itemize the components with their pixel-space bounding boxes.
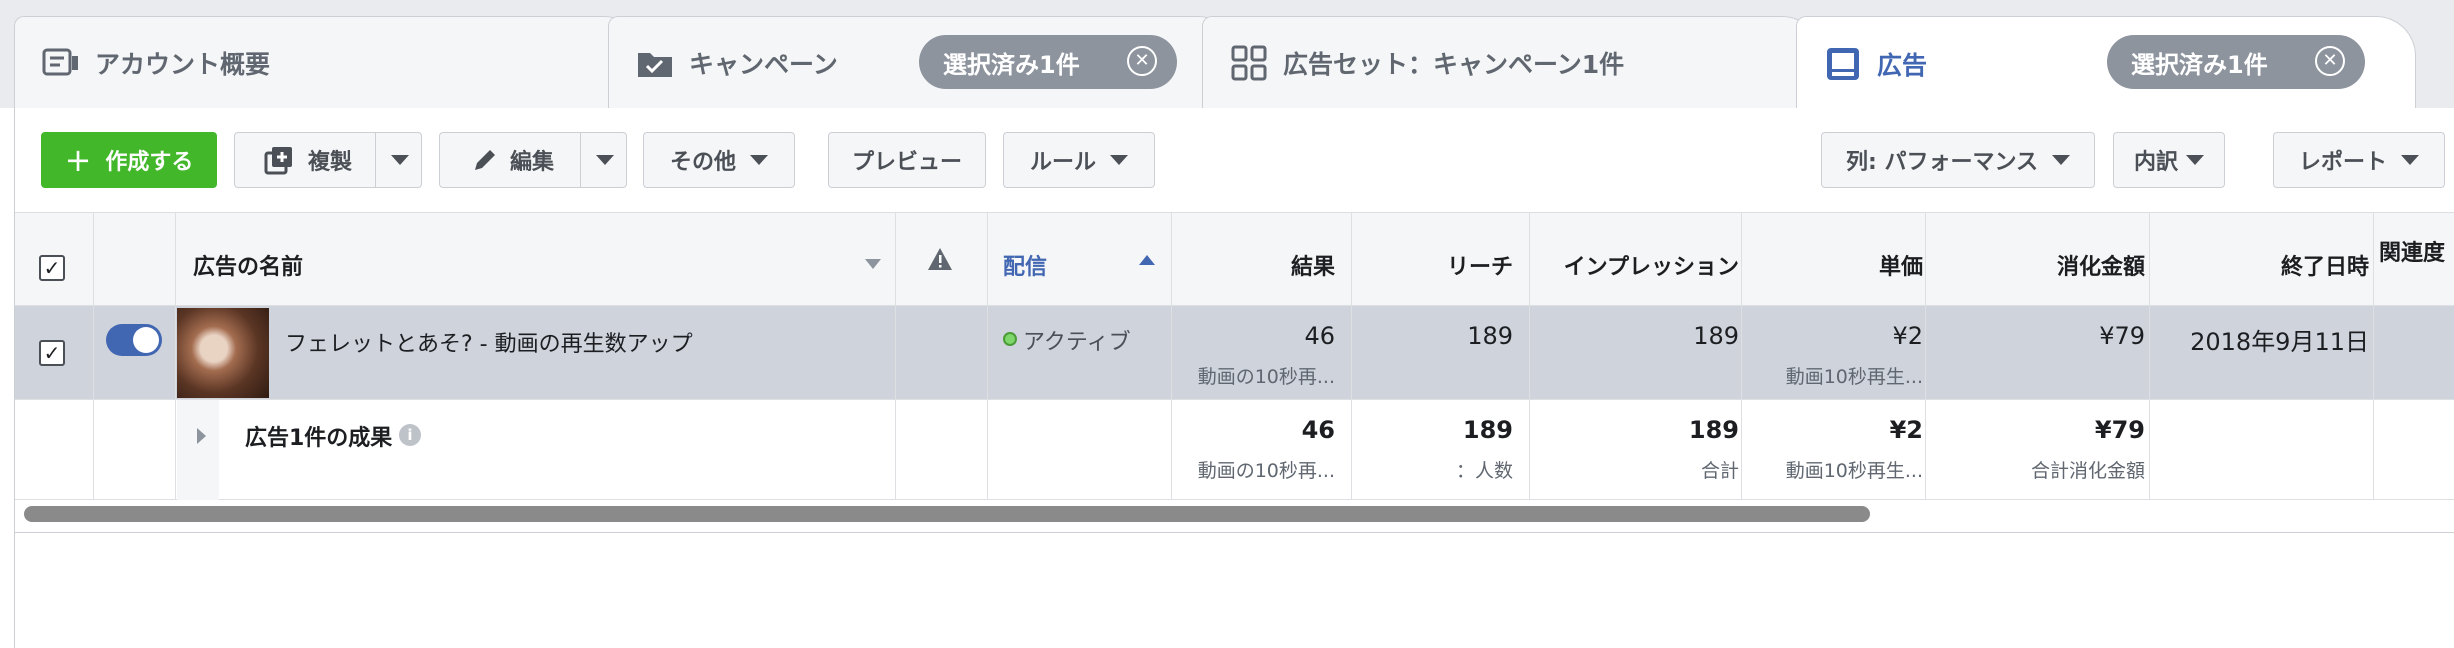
rules-label: ルール [1029, 150, 1096, 175]
summary-reach: 189 [1462, 416, 1513, 444]
summary-row: 広告1件の成果 i 46 動画の10秒再... 189 ：人数 189 合計 ¥… [15, 400, 2454, 500]
pill-label: 選択済み1件 [2131, 50, 2268, 79]
column-header-spend[interactable]: 消化金額 [1935, 249, 2145, 281]
spend-value: ¥79 [2099, 322, 2145, 350]
summary-results: 46 [1301, 416, 1335, 444]
info-icon[interactable]: i [399, 424, 421, 446]
select-all-checkbox[interactable]: ✓ [39, 255, 65, 281]
clear-selection-icon[interactable]: ✕ [2315, 46, 2345, 76]
folder-check-icon [635, 43, 675, 83]
column-header-delivery[interactable]: 配信 [1003, 249, 1047, 281]
column-header-name[interactable]: 広告の名前 [193, 249, 303, 281]
report-label: レポート [2298, 150, 2387, 175]
reach-value: 189 [1467, 322, 1513, 350]
tab-label: 広告 [1877, 50, 1928, 80]
tab-label: アカウント概要 [95, 49, 271, 79]
selected-filter-pill[interactable]: 選択済み1件 ✕ [2107, 35, 2365, 89]
tab-ads[interactable]: 広告 選択済み1件 ✕ [1796, 16, 2416, 108]
columns-button[interactable]: 列: パフォーマンス [1821, 132, 2095, 188]
tab-bar: アカウント概要 キャンペーン 選択済み1件 ✕ 広告セット：キャンペーン1件 広… [0, 0, 2454, 108]
duplicate-button[interactable]: 複製 [234, 132, 422, 188]
chevron-down-icon [1110, 155, 1128, 165]
chevron-down-icon [2186, 155, 2204, 165]
chevron-down-icon[interactable] [596, 155, 614, 165]
more-label: その他 [669, 150, 736, 175]
column-header-cost[interactable]: 単価 [1755, 249, 1923, 281]
tab-ad-sets[interactable]: 広告セット：キャンペーン1件 [1202, 16, 1822, 108]
chevron-down-icon [750, 155, 768, 165]
table-row[interactable]: ✓ フェレットとあそ? - 動画の再生数アップ アクティブ 46 動画の10秒再… [15, 306, 2454, 400]
preview-button[interactable]: プレビュー [828, 132, 986, 188]
pill-label: 選択済み1件 [943, 50, 1080, 79]
more-button[interactable]: その他 [643, 132, 795, 188]
breakdown-label: 内訳 [2133, 150, 2178, 175]
active-status-dot [1003, 332, 1017, 346]
summary-impressions: 189 [1688, 416, 1739, 444]
column-header-reach[interactable]: リーチ [1365, 249, 1513, 281]
toolbar: + 作成する 複製 編集 その他 プレビュー ルール 列: パフォーマンス 内訳… [14, 108, 2454, 212]
columns-label: 列: パフォーマンス [1845, 150, 2039, 175]
ad-name[interactable]: フェレットとあそ? - 動画の再生数アップ [285, 326, 693, 358]
rules-button[interactable]: ルール [1003, 132, 1155, 188]
summary-spend: ¥79 [2094, 416, 2145, 444]
ad-icon [1823, 44, 1863, 84]
summary-impressions-subtext: 合計 [1700, 460, 1739, 482]
ad-thumbnail[interactable] [177, 308, 269, 398]
ad-status-toggle[interactable] [106, 324, 162, 356]
selected-filter-pill[interactable]: 選択済み1件 ✕ [919, 35, 1177, 89]
plus-icon: + [64, 141, 92, 179]
summary-reach-subtext: ：人数 [1455, 460, 1513, 482]
account-overview-icon [41, 43, 81, 83]
horizontal-scrollbar[interactable] [24, 506, 1870, 522]
end-time-value: 2018年9月11日 [2190, 328, 2369, 356]
cost-subtext: 動画10秒再生... [1785, 366, 1923, 388]
summary-results-subtext: 動画の10秒再... [1197, 460, 1335, 482]
edit-button[interactable]: 編集 [439, 132, 627, 188]
report-button[interactable]: レポート [2273, 132, 2445, 188]
ads-table: ✓ 広告の名前 配信 結果 リーチ インプレッション 単価 消化金額 終了日時 … [14, 212, 2454, 532]
column-header-end-time[interactable]: 終了日時 [2165, 249, 2369, 281]
sort-arrow-icon [865, 259, 881, 269]
divider [14, 532, 15, 648]
column-header-relevance[interactable]: 関連度 [2379, 235, 2454, 267]
grid-icon [1229, 43, 1269, 83]
row-checkbox[interactable]: ✓ [39, 340, 65, 366]
results-value: 46 [1304, 322, 1335, 350]
delivery-status: アクティブ [1023, 330, 1131, 355]
create-button[interactable]: + 作成する [41, 132, 217, 188]
summary-spend-subtext: 合計消化金額 [2030, 460, 2145, 482]
sort-ascending-icon [1139, 255, 1155, 265]
duplicate-label: 複製 [307, 150, 352, 175]
divider [14, 532, 2454, 533]
pencil-icon [472, 147, 498, 173]
edit-label: 編集 [509, 150, 554, 175]
tab-label: 広告セット：キャンペーン1件 [1283, 49, 1625, 79]
tab-account-overview[interactable]: アカウント概要 [14, 16, 644, 108]
clear-selection-icon[interactable]: ✕ [1127, 46, 1157, 76]
warning-icon [927, 247, 953, 275]
summary-label: 広告1件の成果 [245, 426, 393, 451]
chevron-down-icon [2401, 155, 2419, 165]
column-header-results[interactable]: 結果 [1185, 249, 1335, 281]
column-header-impressions[interactable]: インプレッション [1545, 249, 1739, 281]
chevron-down-icon[interactable] [391, 155, 409, 165]
results-subtext: 動画の10秒再... [1197, 366, 1335, 388]
tab-label: キャンペーン [689, 49, 838, 79]
expand-arrow-icon[interactable] [197, 428, 206, 444]
summary-cost: ¥2 [1889, 416, 1923, 444]
breakdown-button[interactable]: 内訳 [2113, 132, 2225, 188]
table-header-row: ✓ 広告の名前 配信 結果 リーチ インプレッション 単価 消化金額 終了日時 … [15, 212, 2454, 306]
duplicate-icon [264, 145, 294, 175]
tab-campaigns[interactable]: キャンペーン 選択済み1件 ✕ [608, 16, 1238, 108]
cost-value: ¥2 [1892, 322, 1923, 350]
chevron-down-icon [2052, 155, 2071, 165]
create-label: 作成する [105, 150, 194, 175]
summary-cost-subtext: 動画10秒再生... [1785, 460, 1923, 482]
preview-label: プレビュー [851, 150, 962, 175]
impressions-value: 189 [1693, 322, 1739, 350]
